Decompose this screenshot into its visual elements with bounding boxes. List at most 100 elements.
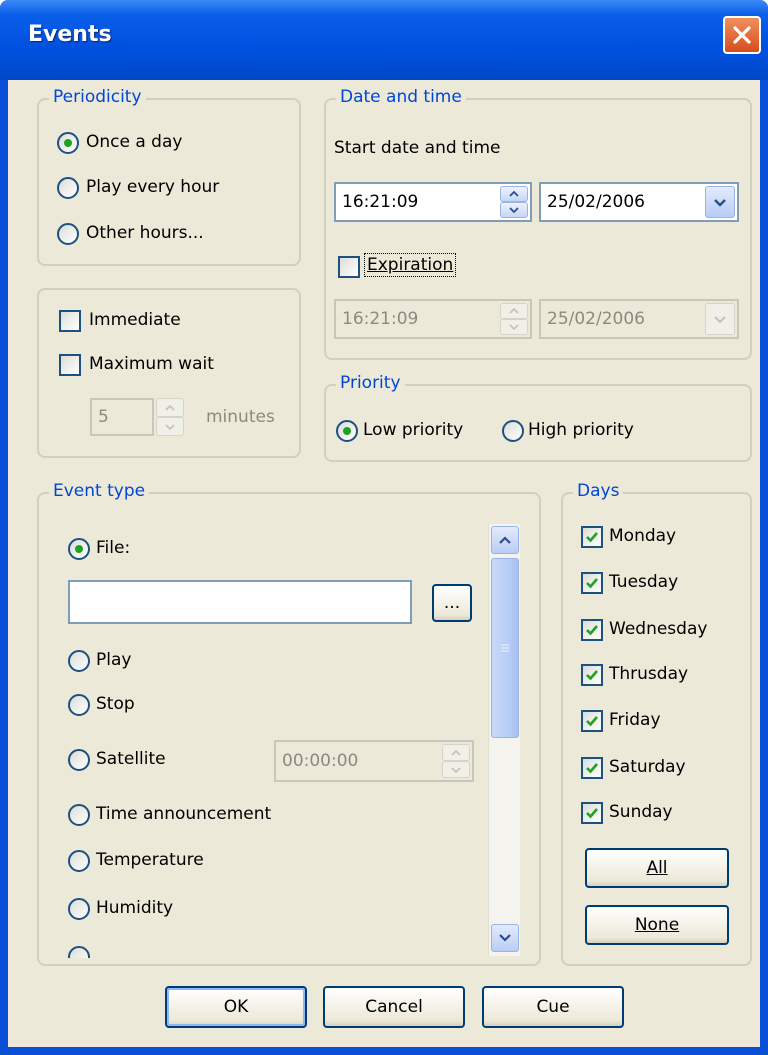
- expiration-checkbox[interactable]: [338, 256, 360, 278]
- start-time-spinner[interactable]: [500, 186, 528, 218]
- event-type-scrollbar[interactable]: [488, 524, 520, 956]
- radio-file-label[interactable]: File:: [96, 538, 130, 558]
- close-button[interactable]: [723, 16, 761, 54]
- monday-label[interactable]: Monday: [609, 526, 676, 546]
- cancel-button-label: Cancel: [365, 997, 423, 1017]
- tuesday-checkbox[interactable]: [581, 572, 603, 594]
- tuesday-label[interactable]: Tuesday: [609, 572, 678, 592]
- spin-up-icon[interactable]: [156, 398, 184, 417]
- satellite-time-spinner[interactable]: [442, 744, 470, 778]
- check-icon: [586, 716, 598, 727]
- radio-temperature-label[interactable]: Temperature: [96, 850, 204, 870]
- sunday-checkbox[interactable]: [581, 802, 603, 824]
- immediate-label[interactable]: Immediate: [89, 310, 181, 330]
- expiration-label[interactable]: Expiration: [364, 253, 457, 277]
- radio-humidity[interactable]: [68, 898, 90, 920]
- radio-play[interactable]: [68, 650, 90, 672]
- dialog-body: Periodicity Once a day Play every hour O…: [8, 80, 760, 1047]
- radio-time-announcement[interactable]: [68, 804, 90, 826]
- thrusday-label[interactable]: Thrusday: [609, 664, 688, 684]
- cue-button[interactable]: Cue: [482, 986, 624, 1028]
- close-icon: [733, 26, 751, 44]
- event-type-legend: Event type: [49, 481, 150, 501]
- start-date-dropdown[interactable]: [705, 186, 735, 218]
- spin-up-icon[interactable]: [442, 744, 470, 761]
- radio-stop[interactable]: [68, 694, 90, 716]
- cancel-button[interactable]: Cancel: [323, 986, 465, 1028]
- scroll-up-button[interactable]: [491, 526, 519, 554]
- scroll-down-button[interactable]: [491, 924, 519, 952]
- periodicity-legend: Periodicity: [49, 87, 146, 107]
- browse-button-label: ...: [443, 593, 461, 613]
- spin-up-icon[interactable]: [500, 303, 528, 319]
- maximum-wait-checkbox[interactable]: [59, 354, 81, 376]
- spin-down-icon[interactable]: [500, 202, 528, 218]
- minutes-input[interactable]: 5: [90, 398, 154, 436]
- date-and-time-legend: Date and time: [336, 87, 466, 107]
- spin-down-icon[interactable]: [442, 761, 470, 778]
- file-path-input[interactable]: [68, 580, 412, 624]
- radio-low-priority-label[interactable]: Low priority: [363, 420, 463, 440]
- spin-up-icon[interactable]: [500, 186, 528, 202]
- ok-button[interactable]: OK: [165, 986, 307, 1028]
- scroll-down-icon: [499, 934, 511, 942]
- immediate-checkbox[interactable]: [59, 310, 81, 332]
- event-type-list: File: ... Play Stop Satellite 00:00:00 T…: [48, 518, 486, 958]
- friday-checkbox[interactable]: [581, 710, 603, 732]
- spin-down-icon[interactable]: [500, 319, 528, 335]
- maximum-wait-label[interactable]: Maximum wait: [89, 354, 214, 374]
- radio-satellite[interactable]: [68, 749, 90, 771]
- none-button-label: None: [634, 915, 680, 935]
- radio-play-every-hour-label[interactable]: Play every hour: [86, 177, 219, 197]
- wednesday-checkbox[interactable]: [581, 619, 603, 641]
- thrusday-checkbox[interactable]: [581, 664, 603, 686]
- scroll-thumb[interactable]: [491, 558, 519, 738]
- saturday-label[interactable]: Saturday: [609, 757, 686, 777]
- radio-high-priority[interactable]: [502, 420, 524, 442]
- radio-partial-next-option[interactable]: [68, 946, 90, 958]
- monday-checkbox[interactable]: [581, 526, 603, 548]
- radio-other-hours-label[interactable]: Other hours...: [86, 223, 204, 243]
- radio-once-a-day[interactable]: [57, 132, 79, 154]
- friday-label[interactable]: Friday: [609, 710, 661, 730]
- expiration-date-dropdown[interactable]: [705, 303, 735, 335]
- chevron-down-icon: [714, 315, 726, 323]
- cue-button-label: Cue: [536, 997, 570, 1017]
- radio-other-hours[interactable]: [57, 223, 79, 245]
- wednesday-label[interactable]: Wednesday: [609, 619, 707, 639]
- radio-time-announcement-label[interactable]: Time announcement: [96, 804, 271, 824]
- days-legend: Days: [573, 481, 624, 501]
- radio-satellite-label[interactable]: Satellite: [96, 749, 166, 769]
- check-icon: [586, 625, 598, 636]
- radio-file[interactable]: [68, 538, 90, 560]
- scroll-up-icon: [499, 536, 511, 544]
- browse-button[interactable]: ...: [432, 584, 472, 622]
- priority-legend: Priority: [336, 373, 405, 393]
- radio-temperature[interactable]: [68, 850, 90, 872]
- saturday-checkbox[interactable]: [581, 757, 603, 779]
- minutes-label: minutes: [206, 407, 275, 427]
- window-title: Events: [28, 22, 112, 47]
- all-button[interactable]: All: [585, 848, 729, 888]
- radio-high-priority-label[interactable]: High priority: [528, 420, 634, 440]
- radio-play-every-hour[interactable]: [57, 177, 79, 199]
- check-icon: [586, 578, 598, 589]
- radio-play-label[interactable]: Play: [96, 650, 131, 670]
- check-icon: [586, 763, 598, 774]
- title-bar[interactable]: Events: [0, 0, 768, 80]
- sunday-label[interactable]: Sunday: [609, 802, 673, 822]
- check-icon: [586, 532, 598, 543]
- ok-button-label: OK: [223, 997, 249, 1017]
- none-button[interactable]: None: [585, 905, 729, 945]
- start-date-time-label: Start date and time: [334, 138, 501, 158]
- radio-once-a-day-label[interactable]: Once a day: [86, 132, 182, 152]
- expiration-time-spinner[interactable]: [500, 303, 528, 335]
- radio-humidity-label[interactable]: Humidity: [96, 898, 173, 918]
- check-icon: [586, 808, 598, 819]
- minutes-spinner[interactable]: [156, 398, 184, 436]
- chevron-down-icon: [714, 198, 726, 207]
- spin-down-icon[interactable]: [156, 417, 184, 436]
- all-button-label: All: [646, 858, 668, 878]
- radio-low-priority[interactable]: [336, 420, 358, 442]
- radio-stop-label[interactable]: Stop: [96, 694, 135, 714]
